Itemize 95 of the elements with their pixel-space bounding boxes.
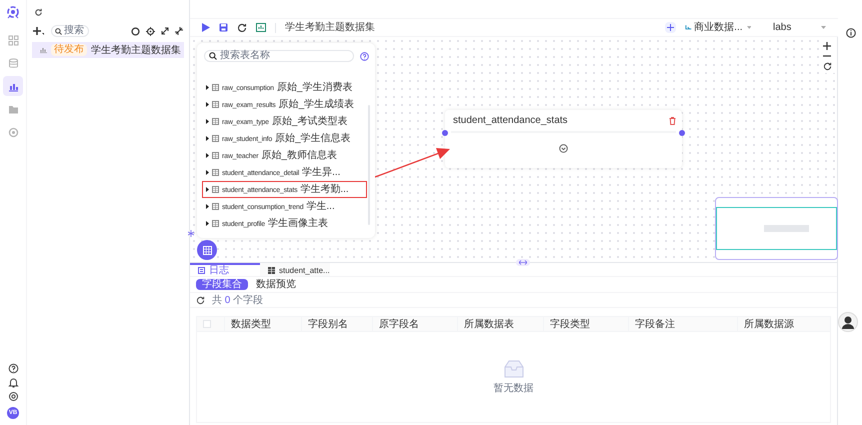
caret-icon[interactable] xyxy=(206,85,209,90)
table-icon xyxy=(268,267,275,274)
output-port[interactable] xyxy=(679,130,685,136)
caret-icon[interactable] xyxy=(206,204,209,209)
column-header: 字段备注 xyxy=(635,318,675,332)
sub-tab[interactable]: 字段集合 xyxy=(196,279,248,290)
delete-icon[interactable] xyxy=(669,116,676,124)
table-icon xyxy=(212,186,219,193)
save-icon[interactable] xyxy=(219,23,228,32)
table-comment: 原始_考试类型表 xyxy=(272,114,348,129)
table-comment: 原始_学生消费表 xyxy=(276,80,352,95)
caret-icon[interactable] xyxy=(206,153,209,158)
search-icon xyxy=(55,28,62,34)
table-icon xyxy=(212,220,219,227)
table-icon xyxy=(212,84,219,91)
workspace-select[interactable]: labs xyxy=(768,20,826,35)
bell-icon[interactable] xyxy=(8,377,18,388)
column-header: 原字段名 xyxy=(379,318,419,332)
table-comment: 原始_学生成绩表 xyxy=(278,98,354,112)
status-badge: 待发布 xyxy=(51,44,87,56)
expand-down-icon[interactable] xyxy=(559,144,568,153)
info-icon[interactable] xyxy=(846,28,856,38)
caret-icon[interactable] xyxy=(206,221,209,226)
database-icon xyxy=(8,58,18,68)
search-icon xyxy=(209,52,217,60)
datasource-select[interactable]: 商业数据... xyxy=(685,20,751,35)
caret-icon[interactable] xyxy=(206,187,209,192)
table-icon xyxy=(212,203,219,210)
caret-icon[interactable] xyxy=(206,170,209,175)
sparkle-icon[interactable] xyxy=(188,230,194,237)
column-header: 字段别名 xyxy=(308,318,348,332)
search-field[interactable]: 搜索 xyxy=(51,25,89,37)
settings-icon[interactable] xyxy=(8,391,18,402)
table-icon xyxy=(212,152,219,159)
caret-icon[interactable] xyxy=(206,102,209,107)
input-port[interactable] xyxy=(442,130,448,136)
bottom-tab[interactable]: student_atte... xyxy=(260,263,330,276)
table-comment: 原始_教师信息表 xyxy=(261,148,337,163)
expand-icon[interactable] xyxy=(161,27,169,35)
sub-tab[interactable]: 数据预览 xyxy=(250,279,302,290)
chart-icon[interactable] xyxy=(256,23,266,32)
empty-text: 暂无数据 xyxy=(494,382,534,396)
dataset-name: 学生考勤主题数据集 xyxy=(91,44,181,58)
dataset-item[interactable]: 待发布 学生考勤主题数据集 xyxy=(32,42,184,58)
minimap-node xyxy=(764,225,809,232)
canvas[interactable] xyxy=(190,37,838,262)
help-icon[interactable] xyxy=(360,52,369,60)
column-header: 字段类型 xyxy=(550,318,590,332)
refresh-icon[interactable] xyxy=(196,296,205,304)
column-header: 所属数据表 xyxy=(464,318,514,332)
branch-icon xyxy=(685,24,692,32)
dataset-title: 学生考勤主题数据集 xyxy=(285,20,375,35)
add-button[interactable] xyxy=(665,22,676,33)
add-icon[interactable] xyxy=(33,26,45,36)
zoom-in-icon[interactable] xyxy=(823,42,831,50)
collapse-icon[interactable] xyxy=(175,27,183,35)
caret-icon xyxy=(746,26,751,29)
table-comment: 学生考勤... xyxy=(300,182,349,197)
logo-icon[interactable] xyxy=(5,4,21,20)
table-toggle-button[interactable] xyxy=(197,240,217,260)
reset-icon[interactable] xyxy=(822,62,832,71)
empty-box-icon xyxy=(502,359,526,379)
rail-chart-button[interactable] xyxy=(3,76,23,96)
apps-icon xyxy=(8,34,18,46)
checkbox[interactable] xyxy=(203,320,211,328)
table-icon xyxy=(202,246,212,254)
table-comment: 原始_学生信息表 xyxy=(275,132,351,146)
column-header: 数据类型 xyxy=(231,318,271,332)
search-field[interactable]: 搜索表名称 xyxy=(204,50,354,62)
table-icon xyxy=(212,169,219,176)
field-count: 共 0 个字段 xyxy=(212,294,264,308)
caret-icon xyxy=(821,26,826,29)
assistant-avatar[interactable] xyxy=(838,312,858,332)
resize-handle[interactable] xyxy=(516,259,530,266)
caret-icon[interactable] xyxy=(206,119,209,124)
node-title: student_attendance_stats xyxy=(453,114,568,128)
play-icon[interactable] xyxy=(202,23,210,32)
locate-icon[interactable] xyxy=(146,26,155,36)
circle-icon[interactable] xyxy=(131,26,140,36)
table-comment: 学生... xyxy=(306,200,335,214)
settings-icon xyxy=(8,126,18,138)
column-header: 所属数据源 xyxy=(744,318,794,332)
chart-icon xyxy=(40,47,47,53)
caret-icon[interactable] xyxy=(206,136,209,141)
folder-icon xyxy=(8,104,18,114)
log-icon xyxy=(198,267,205,274)
help-icon[interactable] xyxy=(8,363,18,374)
table-comment: 学生画像主表 xyxy=(268,216,328,231)
table-comment: 学生异... xyxy=(302,166,340,180)
refresh-icon[interactable] xyxy=(237,22,247,32)
table-icon xyxy=(212,135,219,142)
node-card[interactable]: student_attendance_stats xyxy=(445,110,682,168)
table-icon xyxy=(212,118,219,125)
refresh-icon[interactable] xyxy=(34,8,43,16)
table-icon xyxy=(212,101,219,108)
